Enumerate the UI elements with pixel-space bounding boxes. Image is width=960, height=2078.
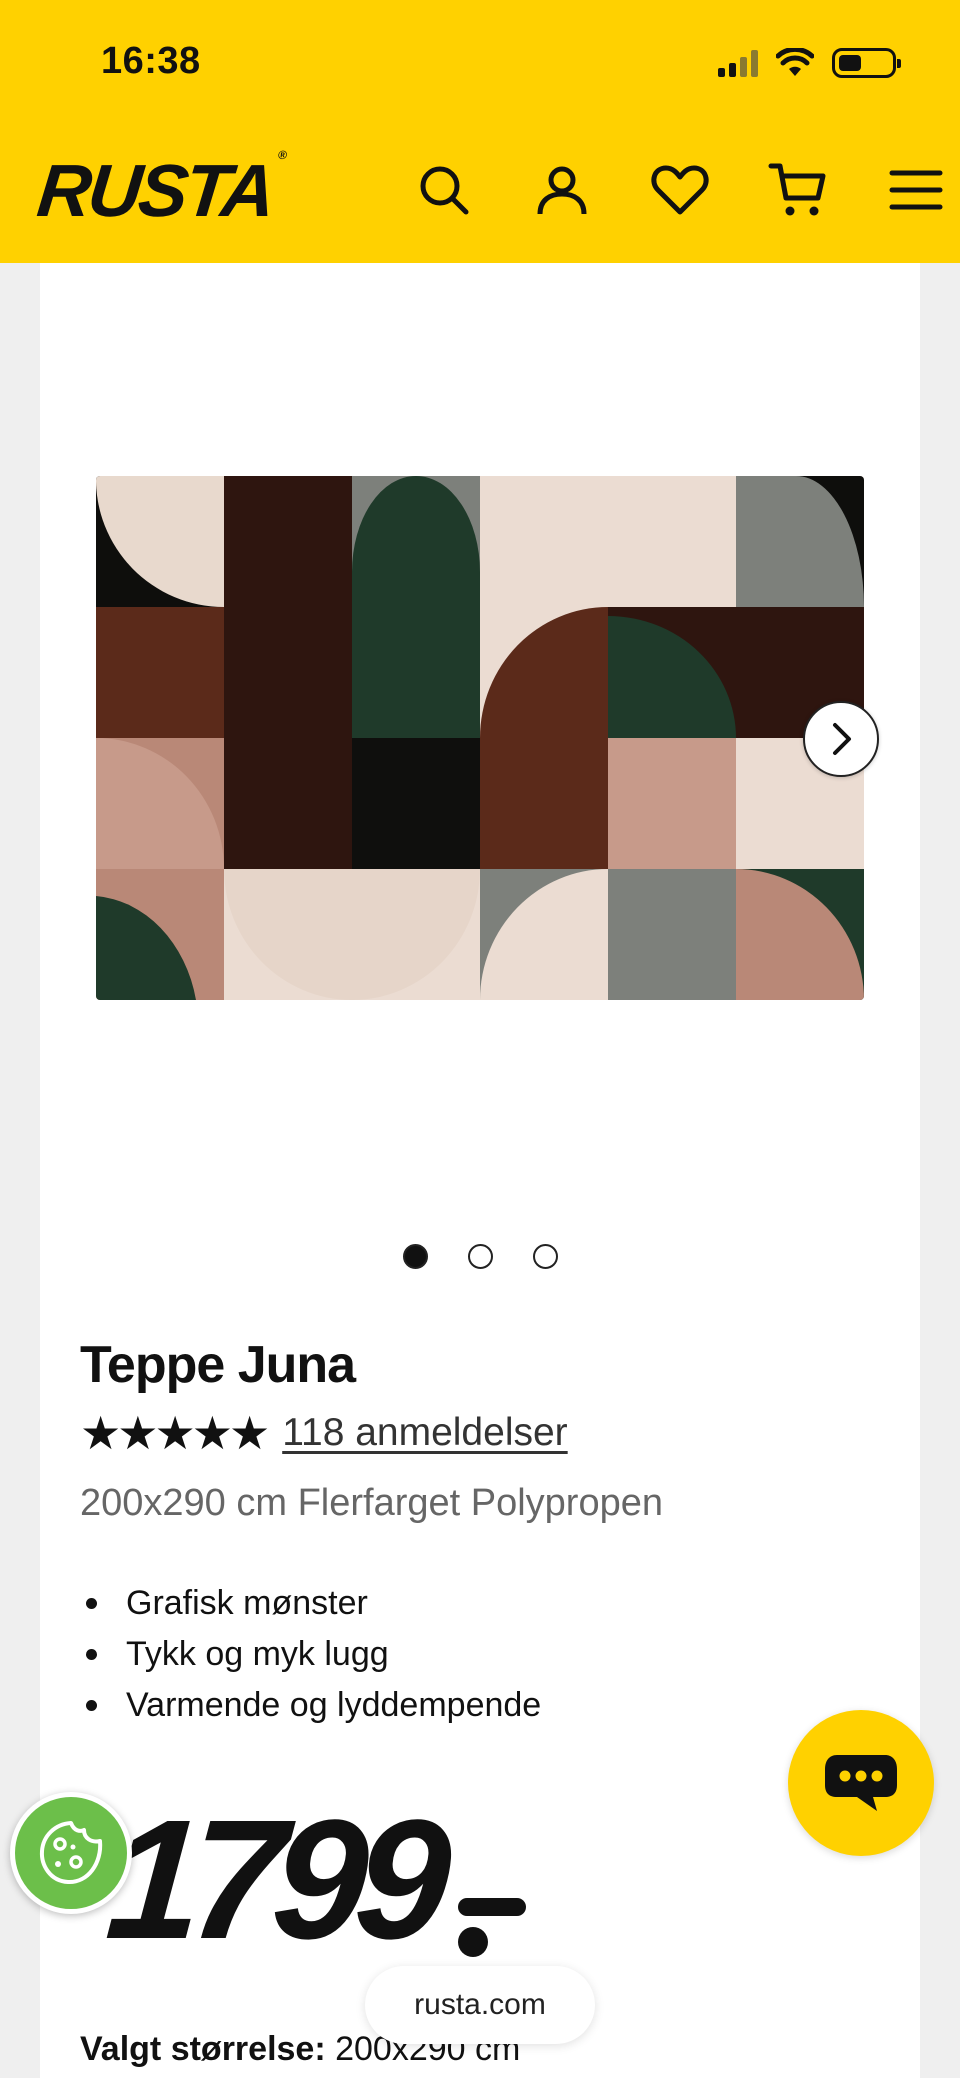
product-price: 1799 [101,1785,445,1975]
product-title: Teppe Juna [80,1336,356,1394]
cart-icon [768,163,826,216]
cookie-settings-button[interactable] [10,1792,132,1914]
signal-icon [718,49,758,77]
battery-icon [832,48,901,78]
site-header: 16:38 RUSTA® [0,0,960,263]
account-button[interactable] [503,158,621,222]
gallery-dot-1[interactable] [403,1244,428,1269]
wifi-icon [776,48,814,76]
feature-item: Tykk og myk lugg [80,1629,541,1680]
rating-stars: ★★★★★ [80,1407,270,1459]
rug-image [96,476,864,1000]
wishlist-button[interactable] [621,158,739,222]
product-subtitle: 200x290 cm Flerfarget Polypropen [80,1482,663,1524]
heart-icon [651,165,709,215]
browser-url-bar[interactable]: rusta.com [365,1966,595,2044]
gallery-pagination [403,1244,558,1269]
feature-list: Grafisk mønster Tykk og myk lugg Varmend… [80,1578,541,1731]
feature-item: Grafisk mønster [80,1578,541,1629]
cart-button[interactable] [739,158,857,222]
status-icons [718,48,901,78]
price-dot [458,1927,488,1957]
rusta-logo[interactable]: RUSTA® [34,148,285,233]
reviews-link[interactable]: 118 anmeldelser [282,1411,567,1455]
feature-item: Varmende og lyddempende [80,1680,541,1731]
search-icon [420,166,469,215]
user-icon [537,166,587,215]
chat-icon [825,1755,897,1811]
search-button[interactable] [385,158,503,222]
price-dash [458,1898,526,1916]
gallery-dot-2[interactable] [468,1244,493,1269]
product-rating: ★★★★★ 118 anmeldelser [80,1410,568,1456]
gallery-dot-3[interactable] [533,1244,558,1269]
menu-button[interactable] [857,158,960,222]
header-nav [385,158,960,222]
menu-icon [889,170,943,210]
selected-size-label: Valgt størrelse: [80,2030,326,2068]
status-time: 16:38 [101,40,201,82]
chat-button[interactable] [788,1710,934,1856]
chevron-right-icon [833,723,851,755]
cookie-icon [39,1821,103,1885]
next-image-button[interactable] [803,701,879,777]
product-image[interactable] [96,476,864,1000]
